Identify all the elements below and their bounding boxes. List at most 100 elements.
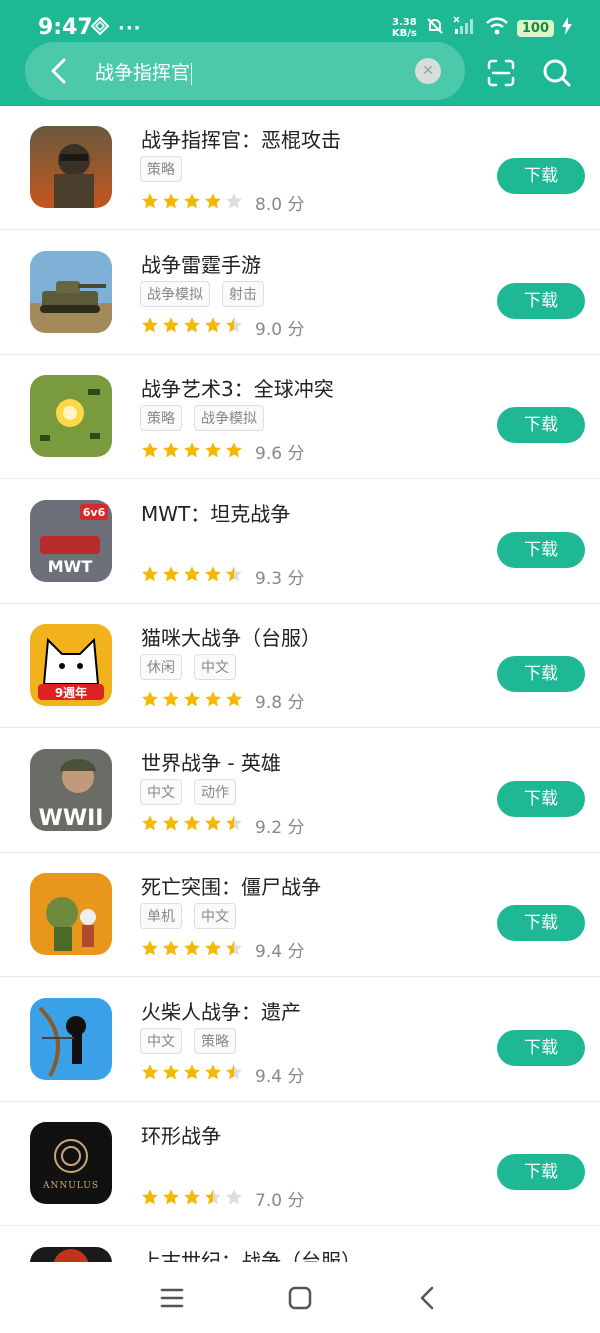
star-icon bbox=[183, 316, 201, 338]
star-icon bbox=[225, 1188, 243, 1210]
app-list-item[interactable]: 9週年 猫咪大战争（台服） 休闲 中文 9.8 分 下载 bbox=[0, 604, 600, 728]
star-icon bbox=[225, 1063, 243, 1085]
star-icon bbox=[225, 316, 243, 338]
rating: 8.0 分 bbox=[141, 190, 304, 215]
score-label: 9.4 分 bbox=[255, 942, 305, 962]
star-icon bbox=[183, 814, 201, 836]
star-icon bbox=[141, 1188, 159, 1210]
star-icon bbox=[204, 1188, 222, 1210]
battery-indicator: 100 bbox=[516, 19, 554, 37]
app-list-item[interactable]: 战争指挥官：恶棍攻击 策略 8.0 分 下载 bbox=[0, 106, 600, 230]
download-button[interactable]: 下载 bbox=[497, 531, 585, 568]
app-list-item[interactable]: 火柴人战争：遗产 中文 策略 9.4 分 下载 bbox=[0, 978, 600, 1102]
download-button[interactable]: 下载 bbox=[497, 1029, 585, 1066]
star-rating bbox=[141, 690, 243, 712]
wwii-soldier-icon[interactable]: WWII bbox=[30, 748, 112, 831]
cat-icon[interactable]: 9週年 bbox=[30, 624, 112, 706]
app-list-item[interactable]: WWII 世界战争 - 英雄 中文 动作 9.2 分 下载 bbox=[0, 729, 600, 853]
star-icon bbox=[204, 441, 222, 463]
app-name[interactable]: 死亡突围：僵尸战争 bbox=[141, 871, 321, 900]
app-name[interactable]: MWT：坦克战争 bbox=[141, 498, 290, 527]
download-button[interactable]: 下载 bbox=[497, 780, 585, 817]
soldier-icon[interactable] bbox=[30, 126, 112, 208]
star-icon bbox=[225, 192, 243, 214]
star-icon bbox=[162, 814, 180, 836]
download-button[interactable]: 下载 bbox=[497, 656, 585, 692]
search-results-list[interactable]: 战争指挥官：恶棍攻击 策略 8.0 分下载 战争雷霆手游 战争模拟 射击 9.0 分下载 战争… bbox=[0, 106, 600, 1262]
back-icon[interactable] bbox=[414, 1284, 442, 1312]
svg-text:ANNULUS: ANNULUS bbox=[42, 1181, 99, 1191]
star-icon bbox=[225, 939, 243, 961]
download-button[interactable]: 下载 bbox=[497, 158, 585, 194]
rating: 9.6 分 bbox=[141, 439, 304, 464]
category-tag: 战争模拟 bbox=[140, 280, 210, 307]
category-tag: 休闲 bbox=[140, 654, 182, 680]
app-name[interactable]: 火柴人战争：遗产 bbox=[141, 996, 301, 1025]
star-rating bbox=[141, 565, 243, 587]
tank-icon[interactable] bbox=[30, 250, 112, 333]
svg-text:9週年: 9週年 bbox=[55, 685, 87, 700]
star-icon bbox=[204, 1063, 222, 1085]
app-name[interactable]: 世界战争 - 英雄 bbox=[141, 747, 281, 776]
category-tag: 策略 bbox=[194, 1027, 236, 1054]
star-icon bbox=[162, 939, 180, 961]
app-name[interactable]: 战争指挥官：恶棍攻击 bbox=[141, 124, 341, 153]
tag-list: 休闲 中文 bbox=[140, 654, 236, 680]
battlefield-icon[interactable] bbox=[30, 375, 112, 457]
scan-icon[interactable] bbox=[486, 58, 516, 88]
clear-search-button[interactable]: ✕ bbox=[415, 58, 441, 84]
download-button[interactable]: 下载 bbox=[497, 282, 585, 319]
category-tag: 中文 bbox=[194, 903, 236, 929]
app-list-item[interactable]: 战争艺术3：全球冲突 策略 战争模拟 9.6 分 下载 bbox=[0, 355, 600, 479]
star-icon bbox=[162, 1188, 180, 1210]
home-icon[interactable] bbox=[286, 1284, 314, 1312]
zombie-icon[interactable] bbox=[30, 873, 112, 955]
mwt-tank-icon[interactable]: 6v6 MWT bbox=[30, 499, 112, 582]
rating: 9.0 分 bbox=[141, 315, 304, 340]
app-list-item[interactable]: 死亡突围：僵尸战争 单机 中文 9.4 分 下载 bbox=[0, 853, 600, 977]
app-name[interactable]: 上古世纪：战争（台服） bbox=[141, 1245, 361, 1263]
score-label: 8.0 分 bbox=[255, 195, 305, 215]
app-name[interactable]: 猫咪大战争（台服） bbox=[141, 622, 321, 651]
navigation-bar bbox=[0, 1262, 600, 1333]
app-list-item[interactable]: 上古世纪：战争（台服） bbox=[0, 1227, 600, 1263]
score-label: 9.8 分 bbox=[255, 693, 305, 713]
star-icon bbox=[183, 1063, 201, 1085]
star-icon bbox=[141, 814, 159, 836]
annulus-icon[interactable]: ANNULUS bbox=[30, 1122, 112, 1204]
download-button[interactable]: 下载 bbox=[497, 1154, 585, 1190]
score-label: 9.3 分 bbox=[255, 568, 305, 589]
app-name[interactable]: 战争雷霆手游 bbox=[141, 249, 261, 278]
download-button[interactable]: 下载 bbox=[497, 905, 585, 941]
svg-text:MWT: MWT bbox=[48, 557, 93, 576]
search-input[interactable]: 战争指挥官 bbox=[95, 58, 193, 85]
star-icon bbox=[204, 814, 222, 836]
charging-icon bbox=[562, 17, 572, 39]
rating: 9.8 分 bbox=[141, 688, 304, 713]
score-label: 9.6 分 bbox=[255, 444, 305, 464]
star-icon bbox=[183, 565, 201, 587]
tag-list: 中文 策略 bbox=[140, 1027, 236, 1054]
download-button[interactable]: 下载 bbox=[497, 407, 585, 443]
star-rating bbox=[141, 192, 243, 214]
star-icon bbox=[225, 690, 243, 712]
star-icon bbox=[225, 441, 243, 463]
app-list-item[interactable]: 6v6 MWT MWT：坦克战争 9.3 分 下载 bbox=[0, 480, 600, 604]
category-tag: 策略 bbox=[140, 156, 182, 182]
search-icon[interactable] bbox=[542, 58, 572, 88]
category-tag: 策略 bbox=[140, 405, 182, 431]
app-list-item[interactable]: 战争雷霆手游 战争模拟 射击 9.0 分 下载 bbox=[0, 231, 600, 355]
app-name[interactable]: 环形战争 bbox=[141, 1120, 221, 1149]
menu-icon[interactable] bbox=[158, 1284, 186, 1312]
star-icon bbox=[141, 1063, 159, 1085]
status-time: 9:47 bbox=[38, 15, 93, 40]
archeage-icon[interactable] bbox=[30, 1246, 112, 1262]
app-list-item[interactable]: ANNULUS 环形战争 7.0 分 下载 bbox=[0, 1102, 600, 1226]
star-icon bbox=[162, 690, 180, 712]
star-icon bbox=[183, 192, 201, 214]
back-arrow-icon[interactable] bbox=[45, 56, 75, 86]
svg-text:6v6: 6v6 bbox=[83, 506, 106, 519]
stickman-icon[interactable] bbox=[30, 997, 112, 1080]
search-bar[interactable]: 战争指挥官 ✕ bbox=[25, 42, 465, 100]
app-name[interactable]: 战争艺术3：全球冲突 bbox=[141, 373, 334, 402]
